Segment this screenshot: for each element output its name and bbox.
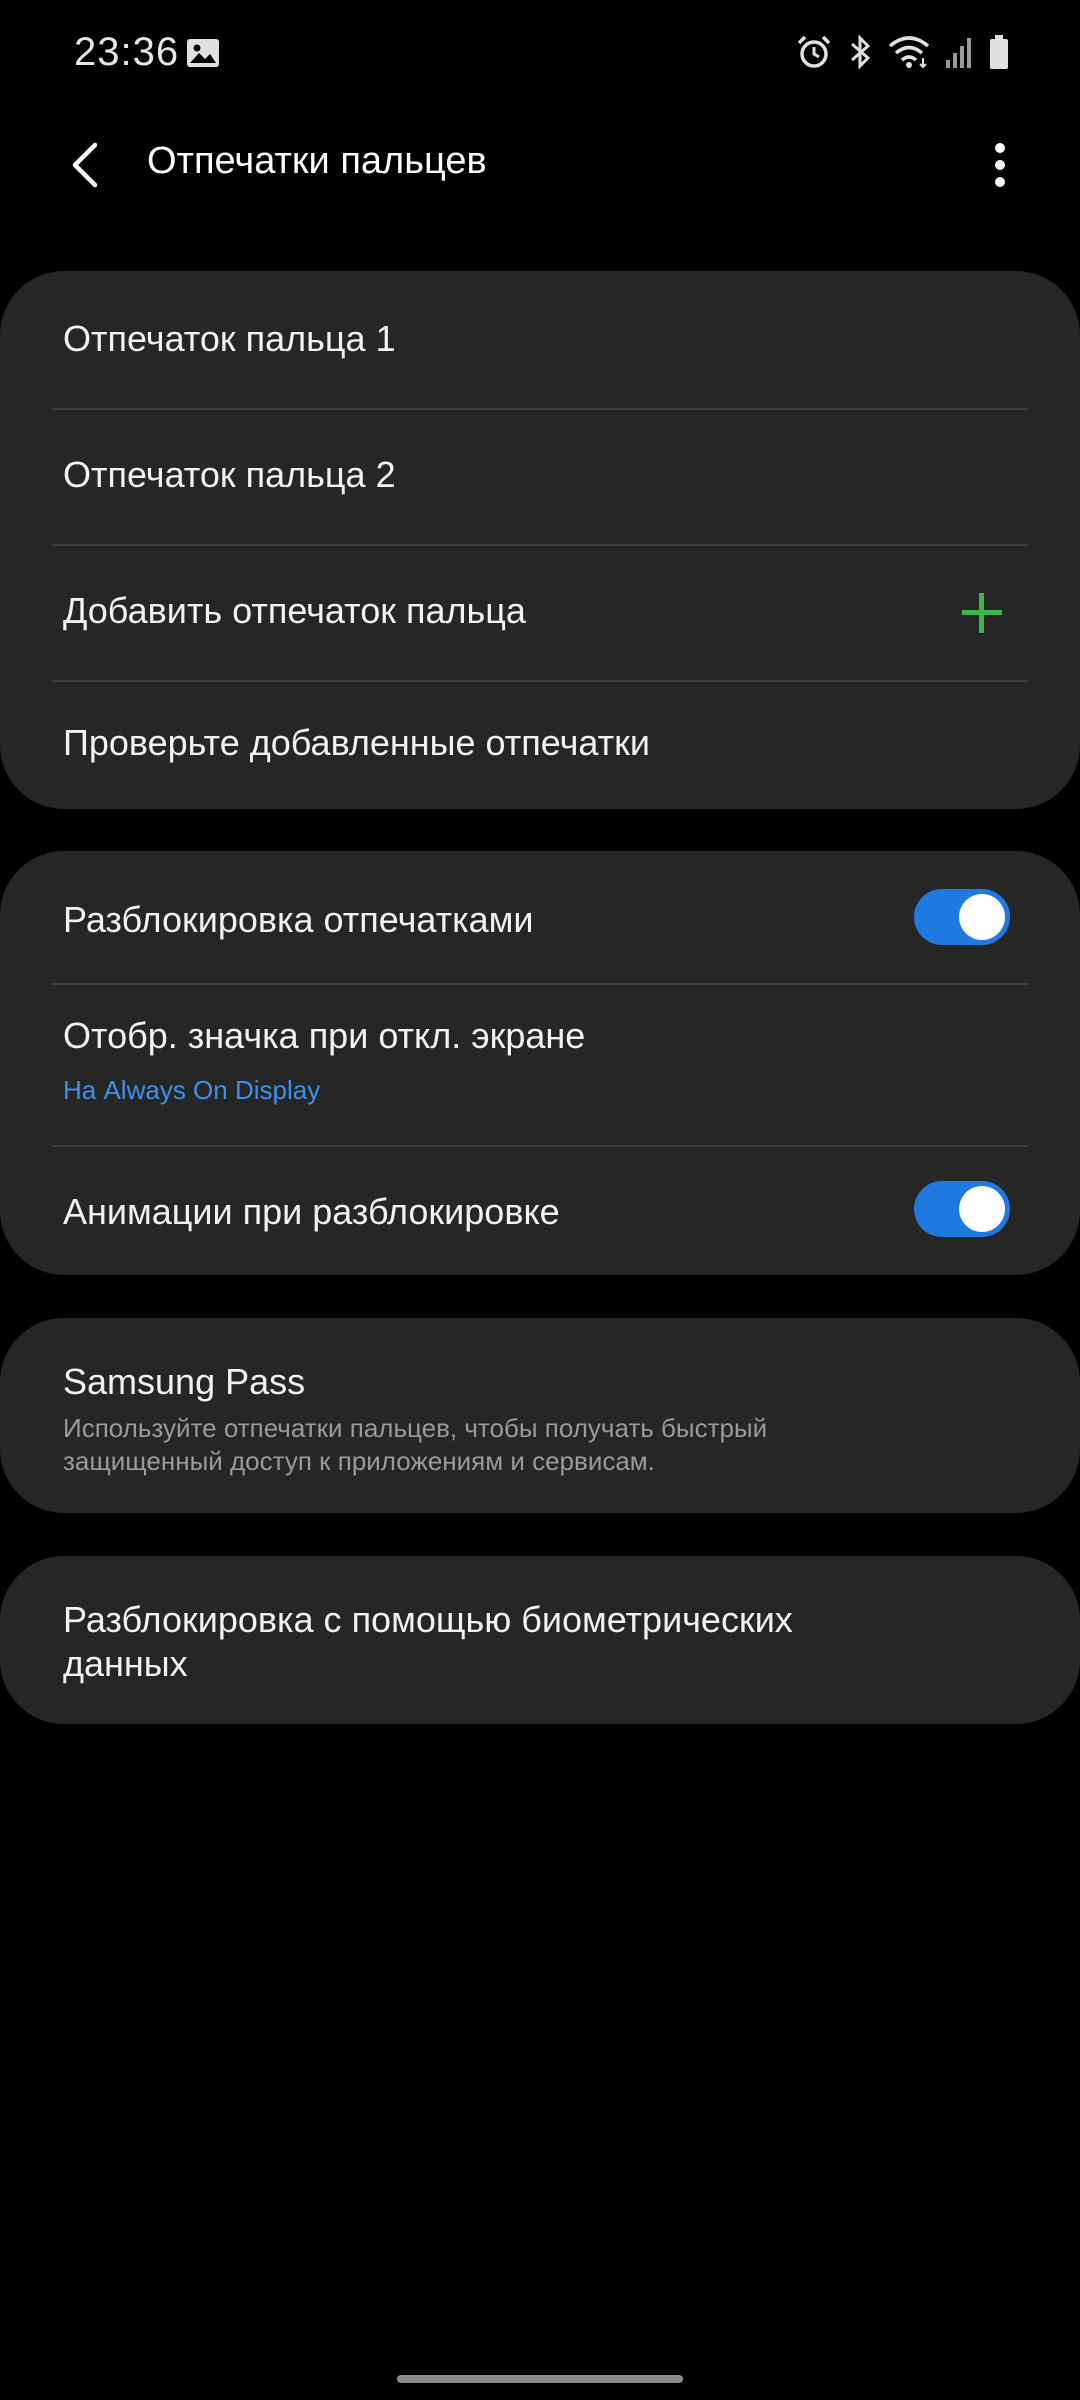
fingerprint-unlock-toggle[interactable] — [914, 889, 1010, 945]
screen-off-icon-row[interactable]: Отобр. значка при откл. экране На Always… — [0, 985, 1080, 1145]
biometrics-label-line2: данных — [63, 1643, 188, 1684]
page-title: Отпечатки пальцев — [147, 140, 487, 182]
alarm-icon — [796, 34, 832, 75]
add-fingerprint-label: Добавить отпечаток пальца — [63, 590, 526, 631]
fingerprint-item-1[interactable]: Отпечаток пальца 1 — [0, 271, 1080, 408]
fingerprint-label: Отпечаток пальца 1 — [63, 318, 396, 359]
wifi-icon — [888, 34, 930, 75]
biometrics-label-line1: Разблокировка с помощью биометрических — [63, 1599, 793, 1640]
fingerprints-card: Отпечаток пальца 1 Отпечаток пальца 2 До… — [0, 271, 1080, 809]
samsung-pass-card[interactable]: Samsung Pass Используйте отпечатки пальц… — [0, 1318, 1080, 1513]
check-fingerprints-row[interactable]: Проверьте добавленные отпечатки — [0, 682, 1080, 809]
back-arrow-icon — [72, 142, 98, 188]
toggle-knob — [959, 894, 1005, 940]
plus-icon — [960, 591, 1004, 640]
battery-icon — [988, 34, 1010, 75]
image-icon — [186, 38, 220, 73]
home-indicator[interactable] — [397, 2375, 683, 2383]
screen-off-icon-label: Отобр. значка при откл. экране — [63, 1015, 586, 1056]
screen-off-icon-value: На Always On Display — [63, 1075, 321, 1105]
samsung-pass-description-line2: защищенный доступ к приложениям и сервис… — [63, 1446, 655, 1476]
add-fingerprint-row[interactable]: Добавить отпечаток пальца — [0, 546, 1080, 680]
unlock-animation-toggle[interactable] — [914, 1181, 1010, 1237]
more-vert-icon — [995, 143, 1005, 187]
toggle-knob — [959, 1186, 1005, 1232]
status-icons — [796, 34, 1010, 75]
biometrics-card[interactable]: Разблокировка с помощью биометрических д… — [0, 1556, 1080, 1724]
app-bar: Отпечатки пальцев — [0, 110, 1080, 220]
fingerprint-unlock-row[interactable]: Разблокировка отпечатками — [0, 851, 1080, 983]
more-options-button[interactable] — [970, 130, 1030, 200]
samsung-pass-description-line1: Используйте отпечатки пальцев, чтобы пол… — [63, 1413, 768, 1443]
fingerprint-label: Отпечаток пальца 2 — [63, 454, 396, 495]
unlock-animation-label: Анимации при разблокировке — [63, 1191, 560, 1232]
back-button[interactable] — [50, 130, 120, 200]
check-fingerprints-label: Проверьте добавленные отпечатки — [63, 722, 650, 763]
unlock-settings-card: Разблокировка отпечатками Отобр. значка … — [0, 851, 1080, 1275]
unlock-animation-row[interactable]: Анимации при разблокировке — [0, 1147, 1080, 1275]
status-bar: 23:36 — [0, 0, 1080, 110]
signal-icon — [944, 34, 974, 75]
fingerprint-unlock-label: Разблокировка отпечатками — [63, 899, 534, 940]
bluetooth-icon — [846, 34, 874, 75]
samsung-pass-title: Samsung Pass — [63, 1361, 306, 1402]
status-time: 23:36 — [74, 30, 180, 74]
fingerprint-item-2[interactable]: Отпечаток пальца 2 — [0, 410, 1080, 544]
